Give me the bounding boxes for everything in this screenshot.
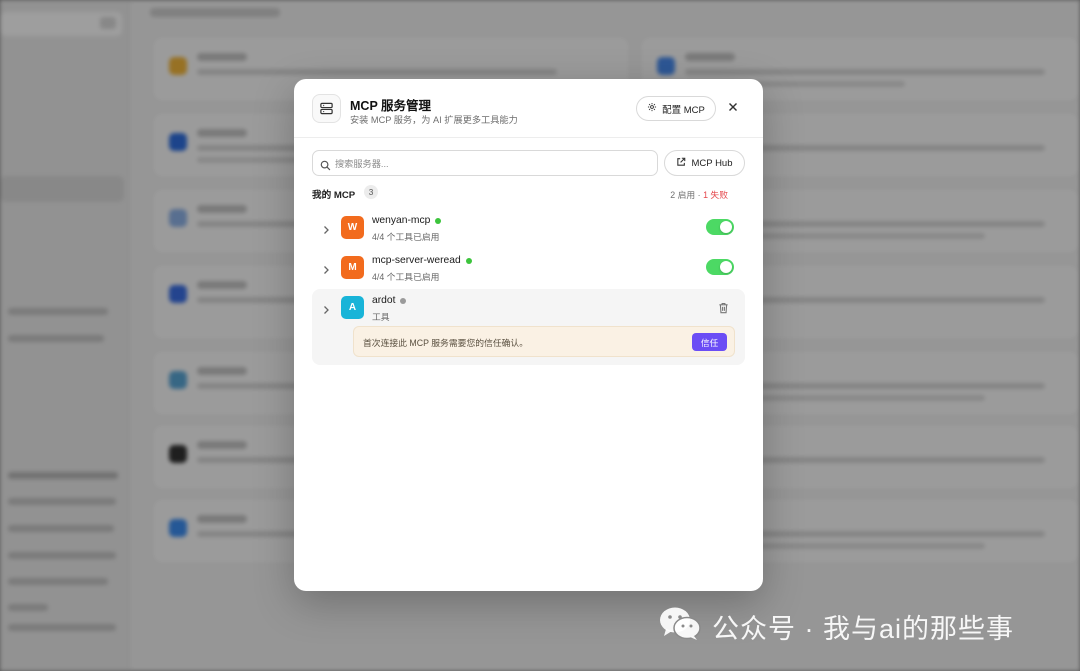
dialog-header: MCP 服务管理 安装 MCP 服务，为 AI 扩展更多工具能力 配置 MCP <box>294 79 763 138</box>
mcp-management-dialog: MCP 服务管理 安装 MCP 服务，为 AI 扩展更多工具能力 配置 MCP <box>294 79 763 591</box>
server-row-ardot[interactable]: A ardot 工具 首次连接此 MCP 服务需要您的信任确认。 信任 <box>312 289 745 365</box>
section-title: 我的 MCP <box>312 190 356 201</box>
server-avatar: W <box>341 216 364 239</box>
watermark: 公众号 · 我与ai的那些事 <box>658 606 1014 646</box>
status-dot-offline <box>400 297 407 304</box>
search-input[interactable] <box>335 155 653 172</box>
status-summary: 2 启用 · 1 失败 <box>670 188 728 201</box>
mcp-hub-button[interactable]: MCP Hub <box>664 150 745 176</box>
status-separator: · <box>695 190 704 200</box>
mcp-hub-label: MCP Hub <box>691 157 733 169</box>
failed-count: 1 失败 <box>703 190 728 200</box>
dialog-subtitle: 安装 MCP 服务，为 AI 扩展更多工具能力 <box>350 115 518 125</box>
server-name-wrap: wenyan-mcp <box>372 215 442 226</box>
close-icon <box>728 99 738 117</box>
configure-mcp-label: 配置 MCP <box>662 104 705 116</box>
enable-toggle[interactable] <box>706 219 734 235</box>
trust-confirmation-banner: 首次连接此 MCP 服务需要您的信任确认。 信任 <box>353 326 735 357</box>
status-dot-online <box>465 257 472 264</box>
server-name: wenyan-mcp <box>372 215 431 226</box>
trust-message: 首次连接此 MCP 服务需要您的信任确认。 <box>363 338 529 348</box>
server-tools-status: 工具 <box>372 312 390 322</box>
server-row-wenyan-mcp[interactable]: W wenyan-mcp 4/4 个工具已启用 <box>312 209 745 248</box>
search-box <box>312 150 658 176</box>
server-name-wrap: mcp-server-weread <box>372 255 472 266</box>
enable-toggle[interactable] <box>706 259 734 275</box>
server-row-mcp-server-weread[interactable]: M mcp-server-weread 4/4 个工具已启用 <box>312 249 745 288</box>
server-name: mcp-server-weread <box>372 255 461 266</box>
search-icon <box>320 158 331 176</box>
server-icon <box>312 94 341 123</box>
status-dot-online <box>435 217 442 224</box>
trust-button[interactable]: 信任 <box>692 333 727 351</box>
chevron-right-icon[interactable] <box>322 222 332 234</box>
configure-mcp-button[interactable]: 配置 MCP <box>636 96 716 121</box>
close-button[interactable] <box>724 99 742 117</box>
server-avatar: M <box>341 256 364 279</box>
server-avatar: A <box>341 296 364 319</box>
chevron-right-icon[interactable] <box>322 302 332 314</box>
gear-icon <box>647 102 657 115</box>
external-link-icon <box>676 157 686 170</box>
chevron-right-icon[interactable] <box>322 262 332 274</box>
server-tools-status: 4/4 个工具已启用 <box>372 232 440 242</box>
section-count-badge: 3 <box>364 185 378 199</box>
server-tools-status: 4/4 个工具已启用 <box>372 272 440 282</box>
server-name-wrap: ardot <box>372 295 407 306</box>
wechat-icon <box>658 605 702 648</box>
server-name: ardot <box>372 295 396 306</box>
trash-icon[interactable] <box>718 301 729 319</box>
enabled-count: 2 启用 <box>670 190 696 200</box>
watermark-text: 公众号 · 我与ai的那些事 <box>712 613 1015 644</box>
